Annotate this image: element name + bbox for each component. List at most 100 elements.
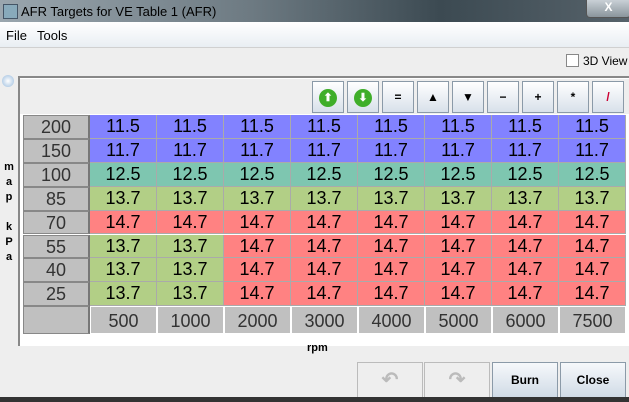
- table-cell[interactable]: 14.7: [358, 258, 425, 283]
- undo-button[interactable]: ↶: [357, 362, 423, 398]
- y-axis-cell[interactable]: 70: [23, 210, 90, 235]
- x-axis-cell[interactable]: 500: [90, 306, 157, 335]
- raise-button[interactable]: ▲: [417, 81, 449, 113]
- table-cell[interactable]: 13.7: [492, 186, 559, 211]
- table-cell[interactable]: 14.7: [224, 234, 291, 259]
- table-cell[interactable]: 14.7: [559, 258, 626, 283]
- table-cell[interactable]: 14.7: [358, 210, 425, 235]
- table-cell[interactable]: 14.7: [559, 210, 626, 235]
- table-cell[interactable]: 13.7: [425, 186, 492, 211]
- table-cell[interactable]: 14.7: [492, 210, 559, 235]
- table-cell[interactable]: 14.7: [358, 234, 425, 259]
- x-axis-cell[interactable]: 1000: [157, 306, 224, 335]
- table-cell[interactable]: 12.5: [224, 162, 291, 187]
- table-cell[interactable]: 11.7: [157, 138, 224, 163]
- table-cell[interactable]: 11.7: [90, 138, 157, 163]
- table-cell[interactable]: 11.5: [358, 115, 425, 139]
- x-axis-cell[interactable]: 7500: [559, 306, 626, 335]
- table-cell[interactable]: 14.7: [291, 282, 358, 307]
- table-cell[interactable]: 11.7: [358, 138, 425, 163]
- y-axis-cell[interactable]: 150: [23, 138, 90, 163]
- burn-button[interactable]: Burn: [492, 362, 558, 398]
- table-cell[interactable]: 14.7: [224, 210, 291, 235]
- table-cell[interactable]: 11.7: [425, 138, 492, 163]
- table-cell[interactable]: 13.7: [157, 186, 224, 211]
- table-cell[interactable]: 11.5: [492, 115, 559, 139]
- table-cell[interactable]: 14.7: [425, 234, 492, 259]
- table-cell[interactable]: 14.7: [90, 210, 157, 235]
- table-cell[interactable]: 14.7: [425, 282, 492, 307]
- x-axis-cell[interactable]: 6000: [492, 306, 559, 335]
- y-axis-cell[interactable]: 85: [23, 186, 90, 211]
- table-cell[interactable]: 14.7: [224, 258, 291, 283]
- table-cell[interactable]: 14.7: [492, 258, 559, 283]
- table-cell[interactable]: 13.7: [90, 282, 157, 307]
- table-cell[interactable]: 13.7: [90, 258, 157, 283]
- 3d-view-checkbox[interactable]: 3D View: [566, 54, 627, 68]
- table-cell[interactable]: 12.5: [90, 162, 157, 187]
- x-axis-cell[interactable]: 5000: [425, 306, 492, 335]
- table-cell[interactable]: 12.5: [157, 162, 224, 187]
- increment-button[interactable]: ⬆: [312, 81, 344, 113]
- table-cell[interactable]: 13.7: [157, 282, 224, 307]
- table-cell[interactable]: 13.7: [157, 234, 224, 259]
- y-axis-cell[interactable]: 40: [23, 258, 90, 283]
- table-cell[interactable]: 13.7: [90, 186, 157, 211]
- multiply-button[interactable]: *: [557, 81, 589, 113]
- axis-corner[interactable]: [23, 306, 90, 335]
- menu-tools[interactable]: Tools: [37, 28, 67, 43]
- table-cell[interactable]: 14.7: [358, 282, 425, 307]
- x-axis-cell[interactable]: 2000: [224, 306, 291, 335]
- edit-icon[interactable]: [2, 75, 14, 87]
- table-cell[interactable]: 11.5: [157, 115, 224, 139]
- y-axis-cell[interactable]: 200: [23, 115, 90, 139]
- table-cell[interactable]: 11.5: [224, 115, 291, 139]
- table-cell[interactable]: 14.7: [492, 234, 559, 259]
- table-cell[interactable]: 11.7: [224, 138, 291, 163]
- table-cell[interactable]: 12.5: [358, 162, 425, 187]
- table-cell[interactable]: 12.5: [492, 162, 559, 187]
- table-cell[interactable]: 14.7: [425, 258, 492, 283]
- table-cell[interactable]: 14.7: [291, 210, 358, 235]
- table-cell[interactable]: 13.7: [559, 186, 626, 211]
- x-axis-cell[interactable]: 3000: [291, 306, 358, 335]
- table-cell[interactable]: 11.5: [291, 115, 358, 139]
- table-cell[interactable]: 13.7: [291, 186, 358, 211]
- table-cell[interactable]: 14.7: [291, 234, 358, 259]
- table-cell[interactable]: 11.5: [425, 115, 492, 139]
- x-axis-cell[interactable]: 4000: [358, 306, 425, 335]
- table-cell[interactable]: 11.7: [559, 138, 626, 163]
- table-cell[interactable]: 14.7: [559, 282, 626, 307]
- table-cell[interactable]: 14.7: [559, 234, 626, 259]
- close-button[interactable]: Close: [560, 362, 626, 398]
- lower-button[interactable]: ▼: [452, 81, 484, 113]
- table-cell[interactable]: 11.7: [492, 138, 559, 163]
- table-cell[interactable]: 13.7: [157, 258, 224, 283]
- table-cell[interactable]: 14.7: [291, 258, 358, 283]
- table-cell[interactable]: 11.5: [559, 115, 626, 139]
- set-equal-button[interactable]: =: [382, 81, 414, 113]
- table-cell[interactable]: 13.7: [224, 186, 291, 211]
- close-window-button[interactable]: X: [586, 0, 629, 18]
- table-cell[interactable]: 14.7: [492, 282, 559, 307]
- decrement-button[interactable]: ⬇: [347, 81, 379, 113]
- menu-file[interactable]: File: [6, 28, 27, 43]
- table-cell[interactable]: 11.7: [291, 138, 358, 163]
- checkbox-box[interactable]: [566, 54, 579, 67]
- y-axis-cell[interactable]: 25: [23, 282, 90, 307]
- table-cell[interactable]: 12.5: [425, 162, 492, 187]
- table-cell[interactable]: 13.7: [90, 234, 157, 259]
- table-cell[interactable]: 12.5: [291, 162, 358, 187]
- y-axis-cell[interactable]: 55: [23, 234, 90, 259]
- add-button[interactable]: +: [522, 81, 554, 113]
- table-cell[interactable]: 14.7: [425, 210, 492, 235]
- table-cell[interactable]: 13.7: [358, 186, 425, 211]
- table-cell[interactable]: 14.7: [157, 210, 224, 235]
- table-cell[interactable]: 14.7: [224, 282, 291, 307]
- y-axis-cell[interactable]: 100: [23, 162, 90, 187]
- table-cell[interactable]: 12.5: [559, 162, 626, 187]
- interpolate-button[interactable]: /: [592, 81, 624, 113]
- table-cell[interactable]: 11.5: [90, 115, 157, 139]
- redo-button[interactable]: ↷: [424, 362, 490, 398]
- subtract-button[interactable]: −: [487, 81, 519, 113]
